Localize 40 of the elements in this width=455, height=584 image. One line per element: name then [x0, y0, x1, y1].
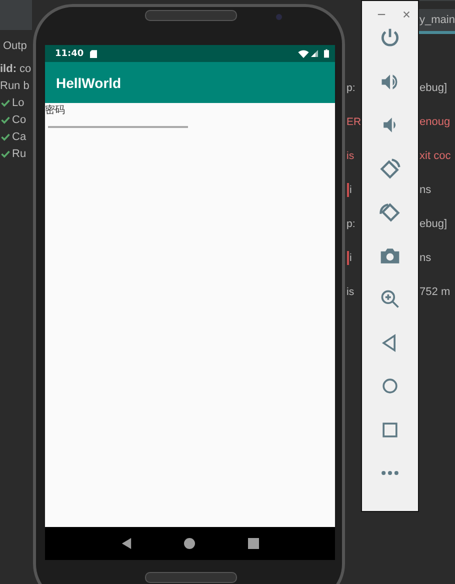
log-marker — [346, 183, 349, 197]
build-task: Ca — [12, 130, 26, 142]
close-icon[interactable] — [402, 10, 411, 19]
editor-tab[interactable]: y_main — [418, 9, 455, 34]
log-text: is — [346, 285, 354, 300]
log-text: i — [350, 251, 352, 266]
app-title: HellWorld — [56, 74, 122, 90]
log-text: p: — [346, 217, 356, 232]
log-text: is — [346, 149, 354, 164]
output-tab[interactable]: Outp — [0, 38, 32, 54]
build-line: ild: co — [0, 62, 32, 74]
log-marker — [346, 251, 349, 265]
build-task: Co — [12, 114, 26, 126]
log-text: ns — [420, 251, 432, 266]
log-text: i — [350, 183, 352, 198]
log-text: ns — [420, 183, 432, 198]
status-time: 11:40 — [55, 48, 84, 58]
signal-icon — [311, 50, 318, 57]
home-icon[interactable] — [184, 538, 196, 549]
log-text: ebug] — [420, 81, 448, 96]
camera-lens — [276, 14, 282, 20]
log-text: p: — [346, 81, 356, 96]
rotate-right-icon[interactable] — [379, 201, 401, 223]
password-label: 密码 — [45, 104, 65, 117]
power-icon[interactable] — [379, 27, 401, 49]
build-task: Lo — [12, 96, 24, 108]
back-icon[interactable] — [121, 538, 132, 549]
build-line: Run b — [0, 80, 30, 92]
log-text: ebug] — [420, 217, 448, 232]
log-text: 752 m — [420, 285, 450, 300]
log-text: ER — [346, 115, 362, 130]
battery-icon — [324, 49, 329, 58]
log-text: xit coc — [420, 149, 451, 164]
rotate-left-icon[interactable] — [379, 158, 401, 180]
build-task: Ru — [12, 148, 26, 160]
zoom-in-icon[interactable] — [379, 288, 401, 310]
overview-icon[interactable] — [248, 538, 259, 549]
wifi-icon — [298, 50, 309, 58]
sd-card-icon — [90, 50, 97, 58]
log-text: enoug — [420, 115, 450, 130]
